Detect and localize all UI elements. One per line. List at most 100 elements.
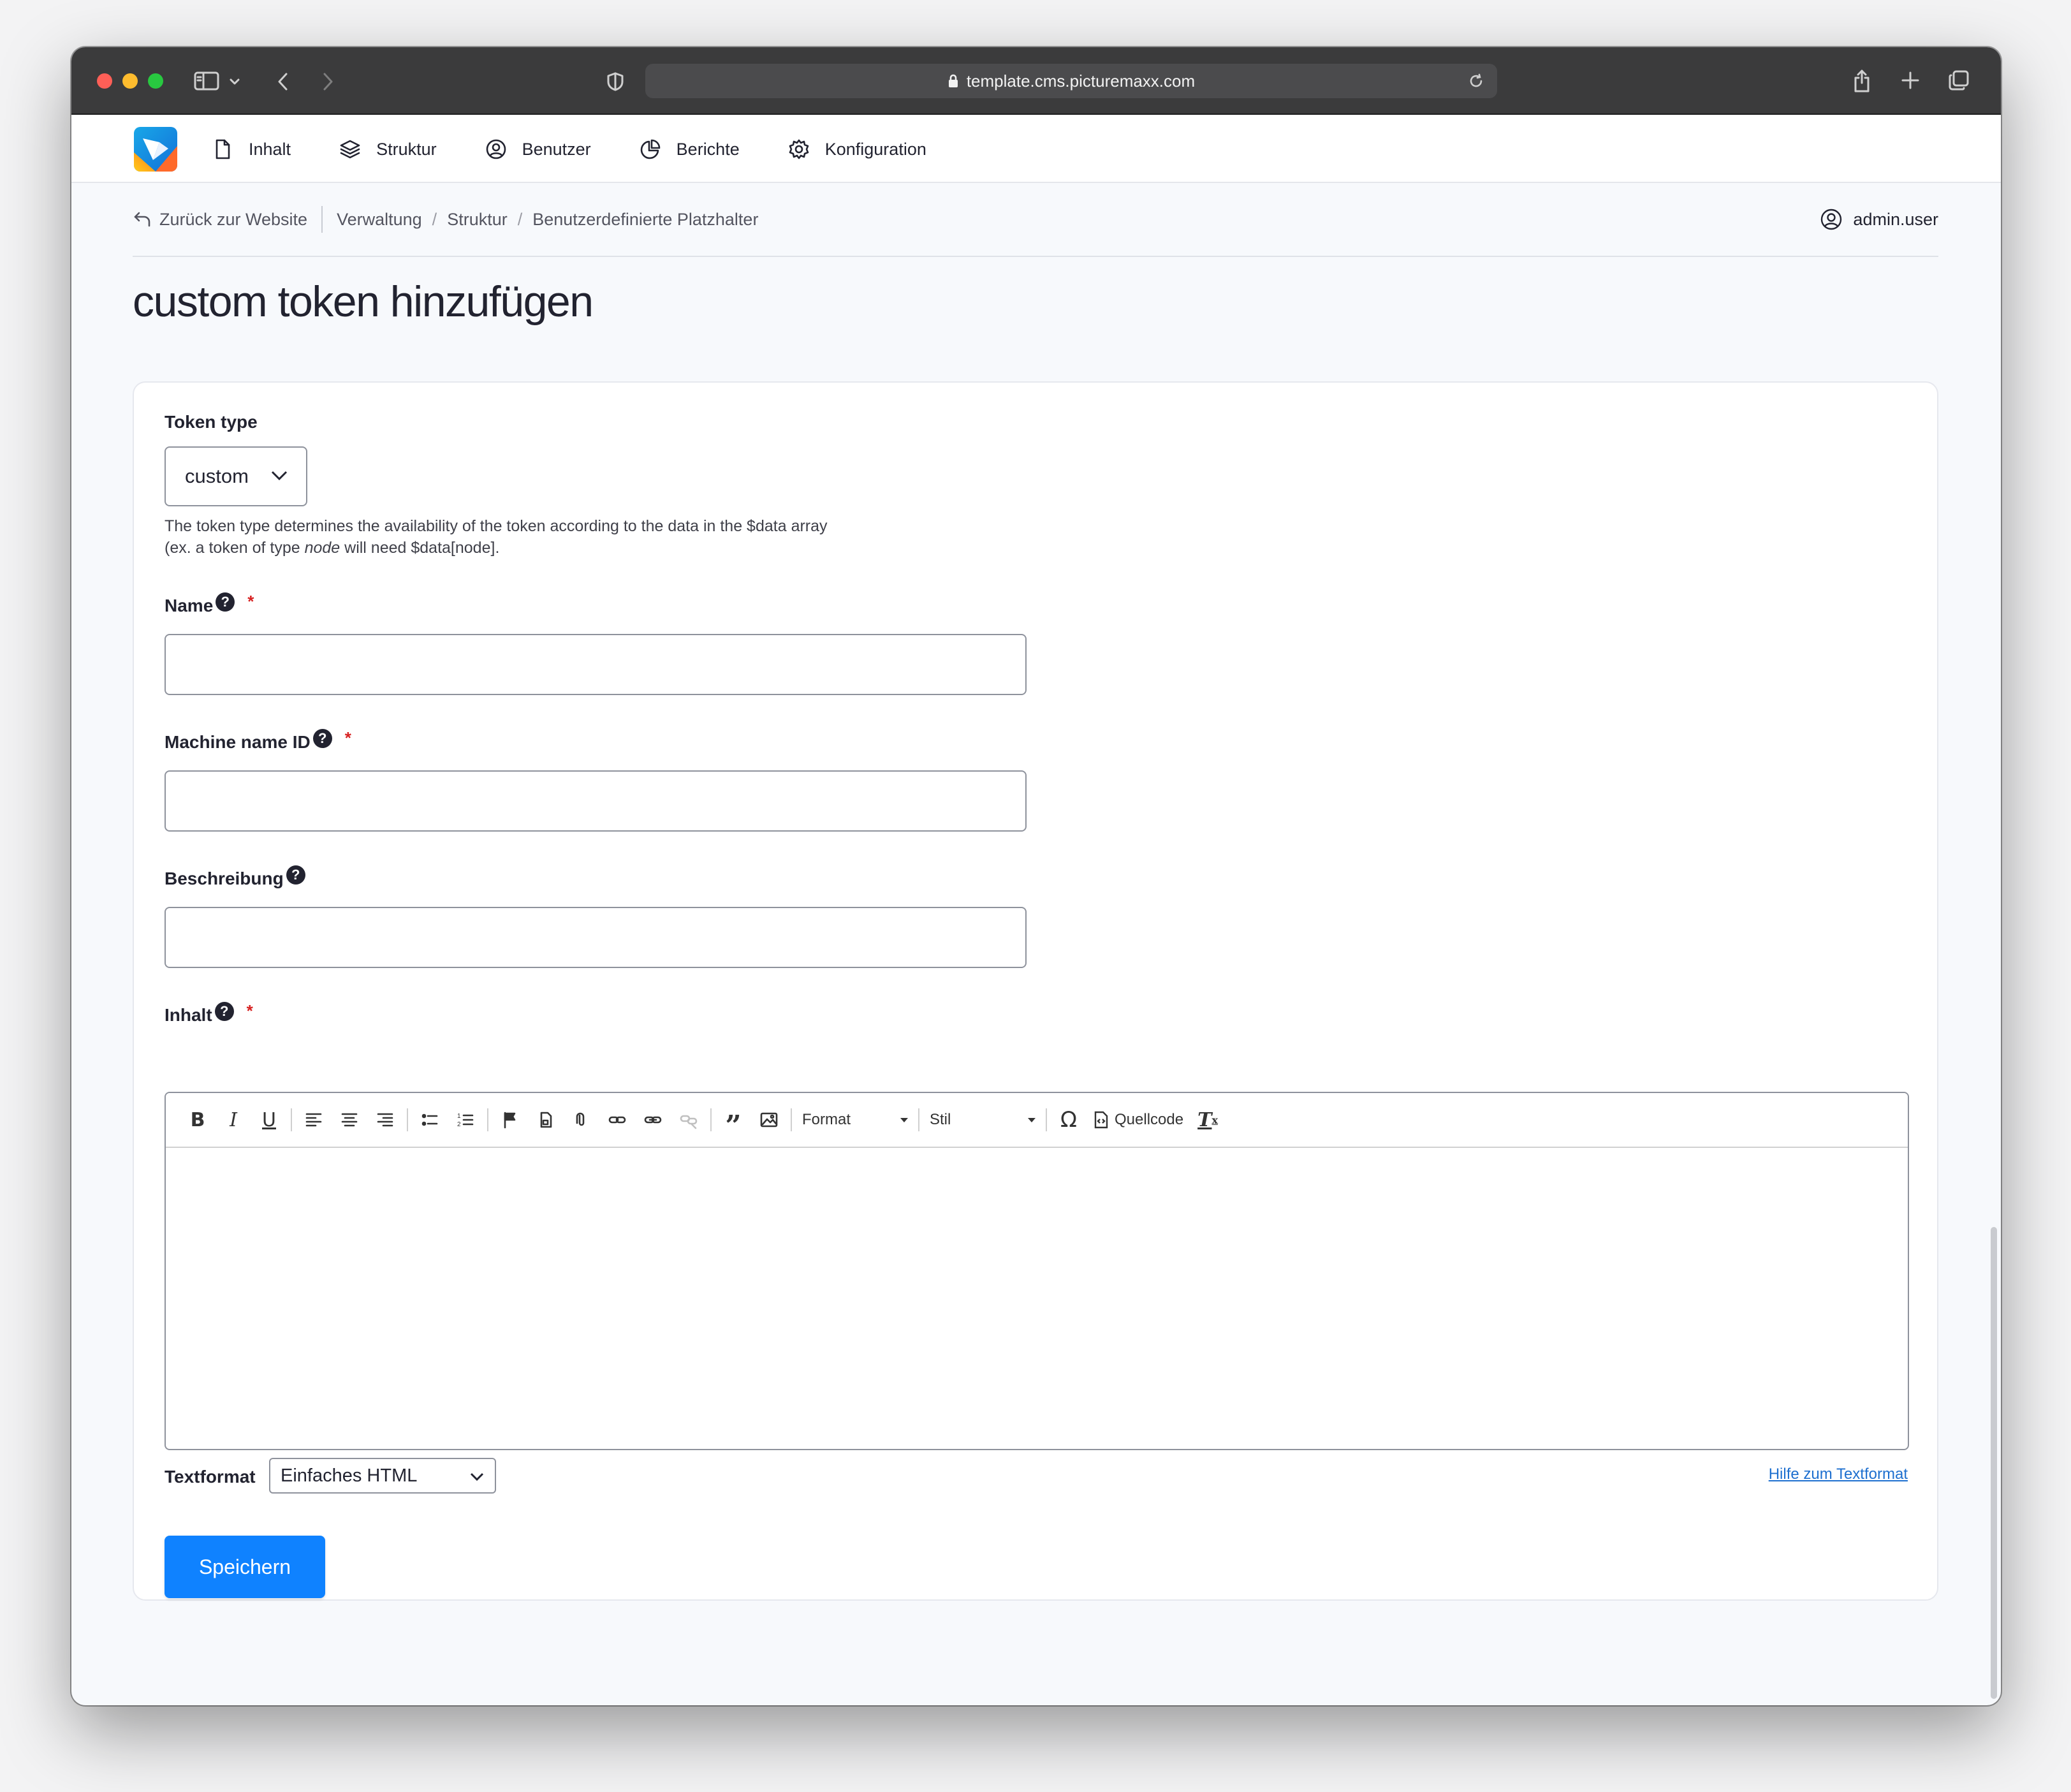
name-label-text: Name xyxy=(165,596,214,615)
remove-format-icon[interactable]: Tx xyxy=(1190,1102,1226,1138)
breadcrumb-item-verwaltung[interactable]: Verwaltung xyxy=(337,210,422,230)
bulleted-list-icon[interactable] xyxy=(412,1102,448,1138)
help-icon[interactable]: ? xyxy=(214,1002,234,1021)
help-icon[interactable]: ? xyxy=(216,592,235,612)
address-bar[interactable]: template.cms.picturemaxx.com xyxy=(645,64,1497,98)
token-type-label: Token type xyxy=(165,412,258,432)
breadcrumb-item-platzhalter[interactable]: Benutzerdefinierte Platzhalter xyxy=(532,210,758,230)
editor-toolbar: B I U 12 ” Format Stil Ω Quellcode T x xyxy=(166,1093,1908,1148)
textformat-select[interactable]: Einfaches HTML xyxy=(269,1458,496,1494)
required-marker: * xyxy=(344,728,351,747)
editor-content-area[interactable] xyxy=(166,1149,1908,1449)
url-text: template.cms.picturemaxx.com xyxy=(966,71,1196,91)
toolbar-separator xyxy=(918,1108,919,1131)
pie-chart-icon xyxy=(640,139,660,159)
privacy-shield-icon[interactable] xyxy=(604,70,626,93)
browser-window: template.cms.picturemaxx.com Inhalt Stru… xyxy=(71,47,2001,1705)
description-input[interactable] xyxy=(165,907,1027,968)
content-label: Inhalt ? * xyxy=(165,1001,253,1025)
image-icon[interactable] xyxy=(751,1102,787,1138)
zoom-window-button[interactable] xyxy=(148,73,163,89)
link-icon[interactable] xyxy=(635,1102,671,1138)
username: admin.user xyxy=(1853,209,1938,229)
toolbar-separator xyxy=(487,1108,488,1131)
unlink-icon[interactable] xyxy=(671,1102,706,1138)
back-to-site-label: Zurück zur Website xyxy=(159,209,308,229)
token-type-label-text: Token type xyxy=(165,412,258,432)
token-type-description: The token type determines the availabili… xyxy=(165,515,840,559)
minimize-window-button[interactable] xyxy=(122,73,138,89)
source-label: Quellcode xyxy=(1115,1111,1184,1128)
token-type-select[interactable]: custom xyxy=(165,446,307,506)
required-marker: * xyxy=(247,591,254,611)
link-icon[interactable] xyxy=(599,1102,635,1138)
sidebar-toggle-icon[interactable] xyxy=(193,70,221,92)
description-label: Beschreibung ? xyxy=(165,865,305,889)
user-circle-icon xyxy=(486,139,506,159)
nav-item-label: Inhalt xyxy=(249,139,291,159)
layers-icon xyxy=(340,140,360,159)
nav-item-label: Berichte xyxy=(676,139,740,159)
align-center-icon[interactable] xyxy=(332,1102,367,1138)
page-scrollbar[interactable] xyxy=(1991,1227,1997,1699)
nav-item-struktur[interactable]: Struktur xyxy=(339,138,437,160)
caret-down-icon xyxy=(900,1117,908,1122)
reload-icon[interactable] xyxy=(1468,73,1484,94)
new-tab-icon[interactable] xyxy=(1899,69,1922,92)
paperclip-icon[interactable] xyxy=(564,1102,599,1138)
tab-overview-icon[interactable] xyxy=(1946,68,1972,93)
chevron-down-icon xyxy=(271,471,288,481)
document-icon xyxy=(216,139,230,159)
bold-icon[interactable]: B xyxy=(180,1102,216,1138)
close-window-button[interactable] xyxy=(97,73,112,89)
nav-item-berichte[interactable]: Berichte xyxy=(640,138,740,160)
site-logo[interactable] xyxy=(134,127,177,172)
save-button[interactable]: Speichern xyxy=(165,1536,325,1598)
machine-name-label: Machine name ID ? * xyxy=(165,728,351,753)
admin-nav: Inhalt Struktur Benutzer Berichte Konfig… xyxy=(212,115,975,183)
blockquote-icon[interactable]: ” xyxy=(715,1102,751,1142)
nav-item-inhalt[interactable]: Inhalt xyxy=(212,138,291,160)
breadcrumb-item-struktur[interactable]: Struktur xyxy=(447,210,508,230)
share-icon[interactable] xyxy=(1850,66,1873,94)
page-title: custom token hinzufügen xyxy=(133,277,594,326)
toolbar-separator xyxy=(710,1108,712,1131)
forward-icon[interactable] xyxy=(318,70,338,93)
machine-name-label-text: Machine name ID xyxy=(165,732,311,752)
breadcrumb-trail: Verwaltung / Struktur / Benutzerdefinier… xyxy=(337,210,758,230)
nav-item-label: Konfiguration xyxy=(824,139,926,159)
align-right-icon[interactable] xyxy=(367,1102,403,1138)
underline-icon[interactable]: U xyxy=(251,1102,287,1138)
toolbar-separator xyxy=(791,1108,792,1131)
textformat-help-link[interactable]: Hilfe zum Textformat xyxy=(1769,1465,1908,1483)
back-to-site-link[interactable]: Zurück zur Website xyxy=(133,206,323,233)
breadcrumb: Zurück zur Website Verwaltung / Struktur… xyxy=(133,183,1938,257)
page-break-icon[interactable] xyxy=(528,1102,564,1138)
admin-toolbar: Inhalt Struktur Benutzer Berichte Konfig… xyxy=(71,115,2001,183)
format-dropdown[interactable]: Format xyxy=(796,1102,914,1138)
description-text: will need $data[node]. xyxy=(340,539,500,557)
align-left-icon[interactable] xyxy=(296,1102,332,1138)
user-menu[interactable]: admin.user xyxy=(1820,208,1938,231)
anchor-flag-icon[interactable] xyxy=(492,1102,528,1138)
toolbar-separator xyxy=(407,1108,408,1131)
form-card: Token type custom The token type determi… xyxy=(133,381,1938,1601)
svg-text:1: 1 xyxy=(457,1113,461,1120)
lock-icon xyxy=(948,73,959,89)
machine-name-input[interactable] xyxy=(165,770,1027,832)
special-character-icon[interactable]: Ω xyxy=(1051,1102,1087,1138)
gear-icon xyxy=(789,139,809,159)
chevron-down-icon[interactable] xyxy=(228,75,241,88)
source-button[interactable]: Quellcode xyxy=(1087,1102,1190,1138)
help-icon[interactable]: ? xyxy=(286,865,305,885)
name-input[interactable] xyxy=(165,634,1027,695)
caret-down-icon xyxy=(1028,1117,1036,1122)
nav-item-benutzer[interactable]: Benutzer xyxy=(485,138,591,160)
format-dropdown-label: Format xyxy=(802,1111,851,1128)
nav-item-konfiguration[interactable]: Konfiguration xyxy=(788,138,926,160)
italic-icon[interactable]: I xyxy=(216,1102,251,1138)
back-icon[interactable] xyxy=(273,70,293,93)
numbered-list-icon[interactable]: 12 xyxy=(448,1102,483,1138)
style-dropdown[interactable]: Stil xyxy=(923,1102,1042,1138)
help-icon[interactable]: ? xyxy=(312,729,332,748)
